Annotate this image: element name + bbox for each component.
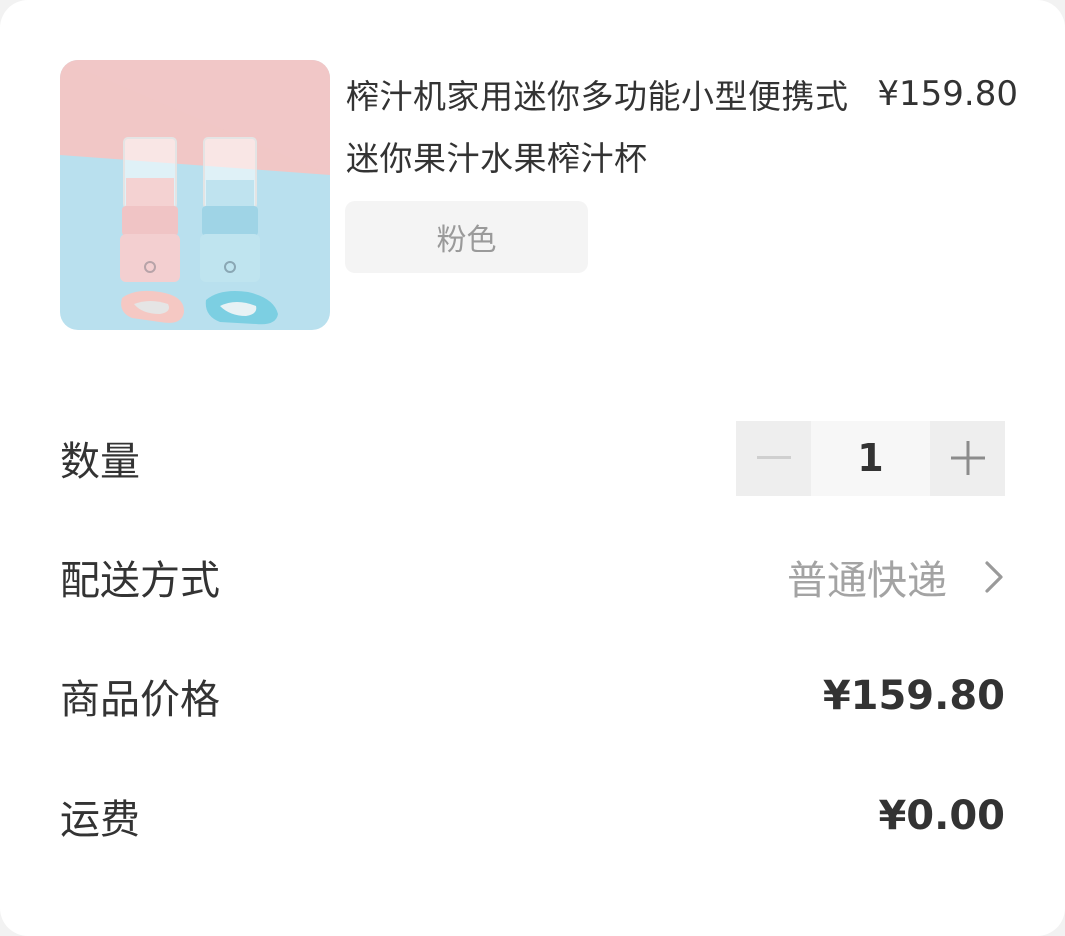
chevron-right-icon <box>985 561 1003 593</box>
product-summary: 榨汁机家用迷你多功能小型便携式迷你果汁水果榨汁杯 ¥159.80 粉色 <box>60 60 1018 330</box>
quantity-stepper: 1 <box>736 420 1005 496</box>
delivery-value: 普通快递 <box>787 558 947 604</box>
product-image[interactable] <box>60 60 330 330</box>
product-unit-price: ¥159.80 <box>877 74 1018 114</box>
increment-button[interactable] <box>930 420 1005 496</box>
product-spec-tag[interactable]: 粉色 <box>345 201 588 273</box>
juicer-illustration <box>60 60 330 330</box>
shipping-fee-value: ¥0.00 <box>878 793 1005 839</box>
shipping-fee-row: 运费 ¥0.00 <box>60 776 1005 856</box>
goods-price-label: 商品价格 <box>60 677 220 723</box>
goods-price-value: ¥159.80 <box>822 673 1005 719</box>
quantity-row: 数量 1 <box>60 418 1005 498</box>
order-card: 榨汁机家用迷你多功能小型便携式迷你果汁水果榨汁杯 ¥159.80 粉色 数量 1… <box>0 0 1065 936</box>
delivery-row[interactable]: 配送方式 普通快递 <box>60 537 1005 617</box>
decrement-button[interactable] <box>736 420 811 496</box>
goods-price-row: 商品价格 ¥159.80 <box>60 656 1005 736</box>
plus-icon <box>950 441 985 475</box>
quantity-value[interactable]: 1 <box>811 420 930 496</box>
product-title: 榨汁机家用迷你多功能小型便携式迷你果汁水果榨汁杯 <box>346 77 849 178</box>
delivery-value-wrap: 普通快递 <box>787 548 1005 606</box>
delivery-label: 配送方式 <box>60 558 220 604</box>
shipping-fee-label: 运费 <box>60 797 140 843</box>
quantity-label: 数量 <box>60 439 140 485</box>
minus-icon <box>756 456 791 459</box>
